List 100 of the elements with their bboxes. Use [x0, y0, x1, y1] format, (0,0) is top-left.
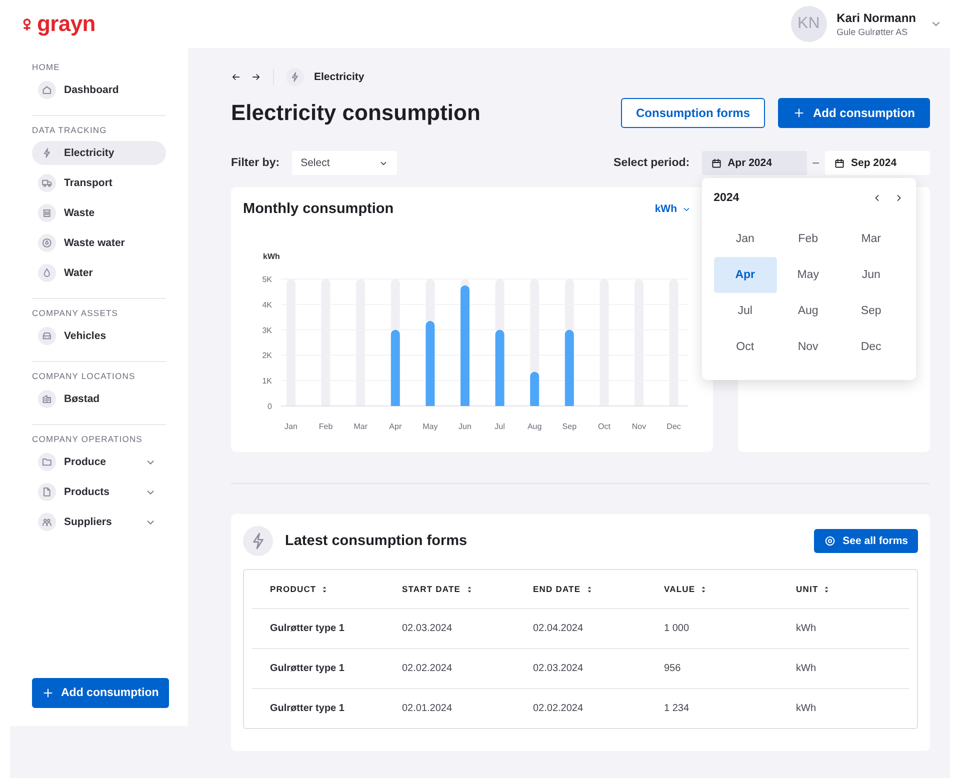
tick-label: Dec	[666, 422, 681, 431]
breadcrumb-item[interactable]: Electricity	[314, 71, 364, 83]
calendar-icon	[834, 158, 845, 168]
tick-label: 0	[268, 402, 272, 411]
tick-label: 2K	[262, 351, 272, 360]
building-icon	[38, 390, 56, 408]
water-drop-icon	[38, 234, 56, 252]
month-option[interactable]: Sep	[840, 293, 903, 329]
sidebar-item[interactable]: Bøstad	[32, 387, 166, 411]
tick-label: Nov	[632, 422, 646, 431]
table-cell-text: Gulrøtter type 1	[270, 663, 346, 674]
section-title: Latest consumption forms	[285, 533, 468, 549]
section-heading: HOME	[32, 62, 61, 72]
back-arrow-icon[interactable]	[231, 72, 241, 82]
sidebar-item[interactable]: Dashboard	[32, 78, 166, 102]
column-header[interactable]: END DATE	[533, 584, 664, 594]
sidebar-item[interactable]: Produce	[32, 450, 166, 474]
plus-icon	[42, 687, 54, 699]
tick-label: Aug	[527, 422, 542, 431]
table-cell-text: 956	[664, 663, 682, 674]
date-field[interactable]: Apr 2024	[702, 151, 807, 175]
month-option[interactable]: Aug	[776, 293, 840, 329]
section-heading: COMPANY OPERATIONS	[32, 434, 144, 444]
lightning-icon	[286, 68, 304, 86]
sidebar-item[interactable]: Electricity	[32, 141, 166, 165]
sidebar-item[interactable]: Products	[32, 480, 166, 504]
see-all-forms-button[interactable]: See all forms	[814, 529, 918, 553]
date-field[interactable]: Sep 2024	[825, 151, 930, 175]
filter-label: Filter by:	[231, 157, 280, 169]
page-title: Electricity consumption	[231, 100, 480, 126]
sidebar-item[interactable]: Water	[32, 261, 166, 285]
tick-label: Oct	[598, 422, 610, 431]
month-option[interactable]: May	[776, 257, 840, 293]
table-cell-text: kWh	[796, 703, 817, 714]
company-name: Gule Gulrøtter AS	[836, 27, 909, 37]
month-option[interactable]: Apr	[714, 257, 777, 293]
document-icon	[38, 483, 56, 501]
month-option[interactable]: Mar	[840, 221, 903, 257]
table-cell-text: 02.03.2024	[402, 623, 454, 634]
sidebar-item[interactable]: Transport	[32, 171, 166, 195]
table-cell-text: 02.02.2024	[533, 703, 584, 714]
sidebar-item[interactable]: Suppliers	[32, 510, 166, 534]
avatar: KN	[790, 6, 827, 42]
car-icon	[38, 327, 56, 345]
card-title: Monthly consumption	[243, 201, 394, 217]
column-header[interactable]: PRODUCT	[270, 584, 402, 594]
forward-arrow-icon[interactable]	[251, 72, 261, 82]
sidebar-item[interactable]: Waste	[32, 201, 166, 225]
month-option[interactable]: Nov	[776, 329, 840, 365]
table-cell-text: Gulrøtter type 1	[270, 703, 346, 714]
table-cell-text: 02.03.2024	[533, 663, 584, 674]
plus-icon	[793, 107, 805, 119]
table-cell-text: 1 234	[664, 703, 690, 714]
trash-bin-icon	[38, 204, 56, 222]
tick-label: Mar	[354, 422, 368, 431]
logo-text: grayn	[37, 13, 96, 35]
month-option[interactable]: Jan	[714, 221, 777, 257]
sidebar-item[interactable]: Vehicles	[32, 324, 166, 348]
sidebar-item[interactable]: Waste water	[32, 231, 166, 255]
tick-label: 3K	[262, 326, 272, 335]
filter-dropdown[interactable]: Select	[292, 151, 397, 175]
range-dash: –	[812, 157, 819, 169]
column-header[interactable]: VALUE	[664, 584, 796, 594]
section-heading: COMPANY ASSETS	[32, 308, 120, 318]
year-label: 2024	[714, 192, 740, 204]
table-cell-text: 02.02.2024	[402, 663, 454, 674]
bar	[530, 372, 540, 406]
column-header[interactable]: START DATE	[402, 584, 533, 594]
table-cell-text: kWh	[796, 663, 817, 674]
table-cell-text: 02.01.2024	[402, 703, 454, 714]
lightning-icon	[243, 526, 273, 556]
add-consumption-button[interactable]: Add consumption	[778, 98, 930, 128]
tick-label: 4K	[262, 300, 272, 310]
tick-label: Apr	[389, 422, 402, 431]
axis-label: kWh	[263, 252, 280, 261]
tick-label: 1K	[262, 376, 272, 386]
month-option[interactable]: Dec	[840, 329, 903, 365]
table-cell-text: 1 000	[664, 623, 690, 634]
table-cell-text: 02.04.2024	[533, 623, 584, 634]
add-consumption-button[interactable]: Add consumption	[32, 678, 169, 708]
column-header[interactable]: UNIT	[796, 584, 909, 594]
unit-dropdown[interactable]: kWh	[654, 203, 691, 215]
consumption-forms-button[interactable]: Consumption forms	[621, 98, 765, 128]
tick-label: Jun	[458, 422, 472, 431]
month-option[interactable]: Feb	[776, 221, 840, 257]
water-drop-icon	[38, 264, 56, 282]
month-option[interactable]: Jul	[714, 293, 777, 329]
month-option[interactable]: Jun	[840, 257, 903, 293]
tick-label: Sep	[562, 422, 577, 431]
month-option[interactable]: Oct	[714, 329, 777, 365]
folder-icon	[38, 453, 56, 471]
truck-icon	[38, 174, 56, 192]
tick-label: Jul	[494, 422, 505, 431]
table-cell-text: kWh	[796, 623, 817, 634]
tick-label: Jan	[284, 422, 298, 431]
section-heading: COMPANY LOCATIONS	[32, 371, 136, 381]
user-name: Kari Normann	[836, 11, 916, 25]
home-icon	[38, 81, 56, 99]
table-cell-text: Gulrøtter type 1	[270, 623, 346, 634]
tick-label: May	[422, 422, 438, 431]
